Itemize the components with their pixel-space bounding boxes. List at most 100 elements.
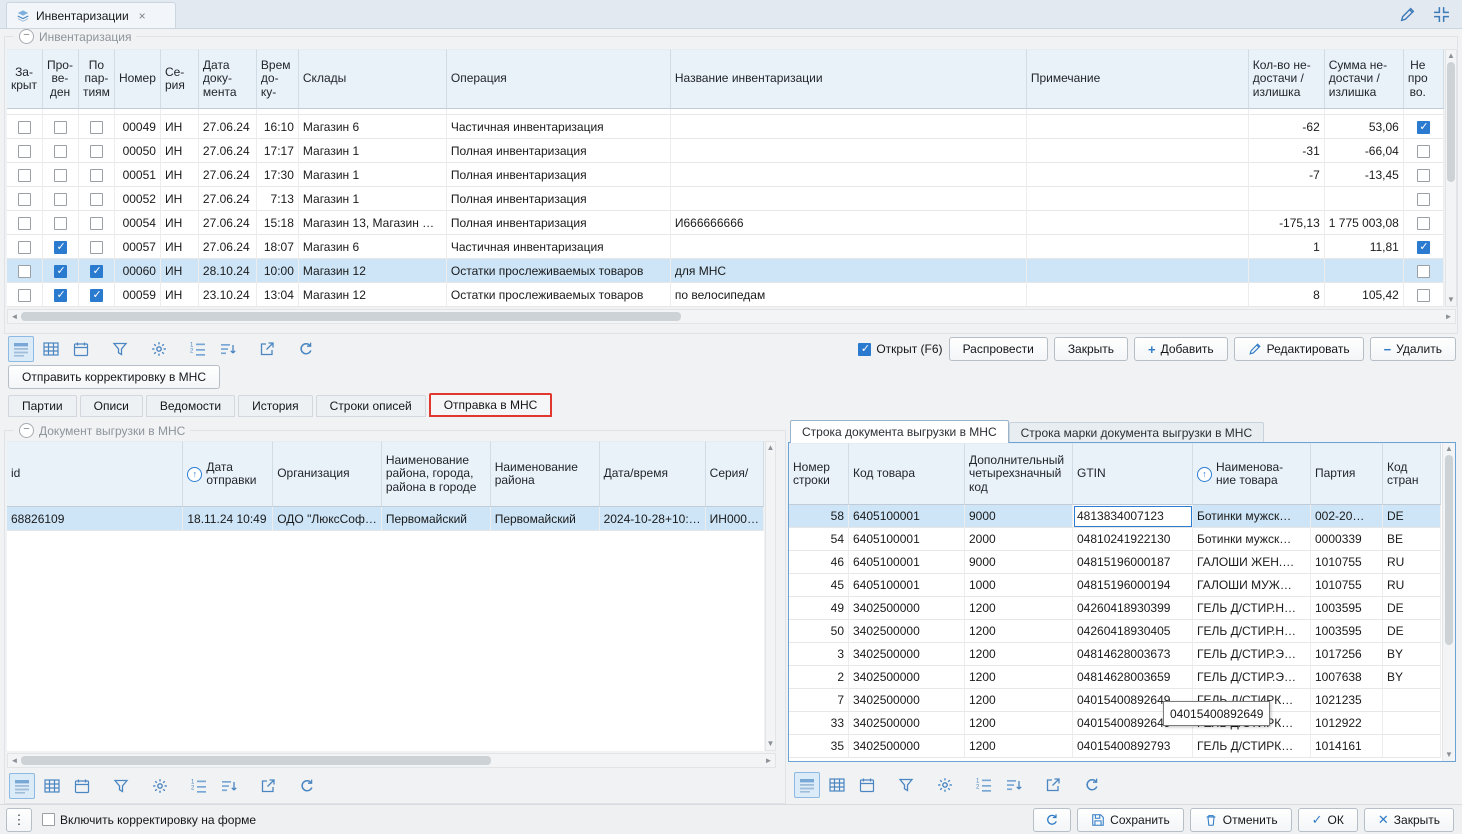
- vertical-scrollbar[interactable]: ▲ ▼: [1445, 49, 1457, 307]
- cell[interactable]: [43, 139, 79, 163]
- cell[interactable]: [1325, 259, 1404, 283]
- scrollbar-thumb[interactable]: [1445, 455, 1453, 645]
- horizontal-scrollbar[interactable]: ◄ ►: [7, 309, 1456, 324]
- cell[interactable]: 49: [789, 597, 849, 620]
- close-button[interactable]: ✕Закрыть: [1364, 808, 1454, 832]
- cell[interactable]: ИН: [161, 187, 199, 211]
- cell[interactable]: Первомайский: [491, 507, 600, 531]
- cell[interactable]: ИН: [161, 283, 199, 307]
- cell[interactable]: Частичная инвентаризация: [447, 235, 671, 259]
- close-document-button[interactable]: Закрыть: [1054, 337, 1128, 361]
- open-filter-checkbox[interactable]: Открыт (F6): [858, 342, 942, 356]
- cell[interactable]: [43, 259, 79, 283]
- row-checkbox[interactable]: [1417, 265, 1430, 278]
- table-row[interactable]: 466405100001900004815196000187ГАЛОШИ ЖЕН…: [789, 551, 1441, 574]
- column-header[interactable]: За- крыт: [7, 49, 43, 109]
- column-header[interactable]: Се- рия: [161, 49, 199, 109]
- scroll-down-icon[interactable]: ▼: [1443, 749, 1456, 761]
- cell[interactable]: [1027, 211, 1249, 235]
- cell[interactable]: Остатки прослеживаемых товаров: [447, 283, 671, 307]
- collapse-icon[interactable]: −: [19, 29, 34, 44]
- cell[interactable]: Первомайский: [382, 507, 491, 531]
- cell[interactable]: Полная инвентаризация: [447, 187, 671, 211]
- cell[interactable]: 23.10.24: [199, 283, 257, 307]
- table-row[interactable]: 33402500000120004814628003673ГЕЛЬ Д/СТИР…: [789, 643, 1441, 666]
- tab-send-to-mns[interactable]: Отправка в МНС: [429, 393, 553, 417]
- cell[interactable]: -175,13: [1249, 211, 1325, 235]
- column-header[interactable]: Серия/: [706, 441, 764, 507]
- cell[interactable]: ИН: [161, 235, 199, 259]
- cell[interactable]: -62: [1249, 115, 1325, 139]
- cell[interactable]: ИН000…: [706, 507, 764, 531]
- tab-mark-row[interactable]: Строка марки документа выгрузки в МНС: [1009, 422, 1265, 443]
- cell[interactable]: по велосипедам: [671, 283, 1027, 307]
- cell[interactable]: ГАЛОШИ МУЖ…: [1193, 574, 1311, 597]
- cancel-button[interactable]: Отменить: [1190, 808, 1292, 832]
- tab-opisi[interactable]: Описи: [80, 395, 143, 417]
- settings-icon[interactable]: [932, 772, 958, 798]
- cell[interactable]: 27.06.24: [199, 139, 257, 163]
- cell[interactable]: 04260418930405: [1073, 620, 1193, 643]
- cell[interactable]: 00059: [115, 283, 161, 307]
- table-row[interactable]: 503402500000120004260418930405ГЕЛЬ Д/СТИ…: [789, 620, 1441, 643]
- column-header[interactable]: Дата доку- мента: [199, 49, 257, 109]
- cell[interactable]: ИН: [161, 115, 199, 139]
- scrollbar-thumb[interactable]: [21, 312, 681, 321]
- column-header[interactable]: Про- ве- ден: [43, 49, 79, 109]
- tab-parties[interactable]: Партии: [8, 395, 77, 417]
- cell[interactable]: 17:30: [257, 163, 299, 187]
- cell[interactable]: 00057: [115, 235, 161, 259]
- cell[interactable]: 18.11.24 10:49: [183, 507, 273, 531]
- column-header[interactable]: Склады: [299, 49, 447, 109]
- cell[interactable]: [1325, 187, 1404, 211]
- table-row[interactable]: 00054ИН27.06.2415:18Магазин 13, Магазин …: [7, 211, 1444, 235]
- cell[interactable]: ИН: [161, 259, 199, 283]
- scroll-up-icon[interactable]: ▲: [1443, 443, 1456, 455]
- cell[interactable]: [7, 187, 43, 211]
- cell[interactable]: 7:13: [257, 187, 299, 211]
- cell[interactable]: 27.06.24: [199, 163, 257, 187]
- cell[interactable]: [79, 115, 115, 139]
- row-checkbox[interactable]: [18, 217, 31, 230]
- cell[interactable]: 1200: [965, 735, 1073, 758]
- cell[interactable]: 3402500000: [849, 620, 965, 643]
- column-header[interactable]: Наименование района: [491, 441, 600, 507]
- cell[interactable]: для МНС: [671, 259, 1027, 283]
- column-header[interactable]: Наименование района, города, района в го…: [382, 441, 491, 507]
- settings-icon[interactable]: [147, 773, 173, 799]
- cell[interactable]: Полная инвентаризация: [447, 163, 671, 187]
- cell[interactable]: 00052: [115, 187, 161, 211]
- scroll-down-icon[interactable]: ▼: [1445, 294, 1458, 306]
- cell[interactable]: [1404, 139, 1444, 163]
- cell[interactable]: Полная инвентаризация: [447, 211, 671, 235]
- cell[interactable]: 35: [789, 735, 849, 758]
- cell[interactable]: 00050: [115, 139, 161, 163]
- vertical-scrollbar[interactable]: ▲ ▼: [765, 441, 776, 751]
- column-header[interactable]: Врем до- ку-: [257, 49, 299, 109]
- cell[interactable]: 1007638: [1311, 666, 1383, 689]
- table-row[interactable]: 456405100001100004815196000194ГАЛОШИ МУЖ…: [789, 574, 1441, 597]
- cell[interactable]: 04015400892793: [1073, 735, 1193, 758]
- collapse-icon[interactable]: −: [19, 423, 34, 438]
- calendar-icon[interactable]: [69, 773, 95, 799]
- menu-button[interactable]: ⋮: [6, 808, 32, 832]
- column-header[interactable]: Номер строки: [789, 443, 849, 505]
- row-checkbox[interactable]: [1417, 241, 1430, 254]
- cell[interactable]: ГЕЛЬ Д/СТИР.Н…: [1193, 597, 1311, 620]
- cell[interactable]: [1027, 115, 1249, 139]
- grid-view-icon[interactable]: [824, 772, 850, 798]
- cell[interactable]: [79, 139, 115, 163]
- column-header[interactable]: Не про во.: [1404, 49, 1444, 109]
- table-row[interactable]: 00059ИН23.10.2413:04Магазин 12Остатки пр…: [7, 283, 1444, 307]
- cell[interactable]: [79, 259, 115, 283]
- list-view-icon[interactable]: [9, 773, 35, 799]
- cell[interactable]: Магазин 13, Магазин …: [299, 211, 447, 235]
- cell[interactable]: [1383, 689, 1441, 712]
- cell[interactable]: DE: [1383, 505, 1441, 528]
- cell[interactable]: [7, 211, 43, 235]
- cell[interactable]: 6405100001: [849, 528, 965, 551]
- cell[interactable]: ГЕЛЬ Д/СТИР.Э…: [1193, 643, 1311, 666]
- cell[interactable]: ГАЛОШИ ЖЕН.…: [1193, 551, 1311, 574]
- row-checkbox[interactable]: [54, 217, 67, 230]
- row-checkbox[interactable]: [1417, 217, 1430, 230]
